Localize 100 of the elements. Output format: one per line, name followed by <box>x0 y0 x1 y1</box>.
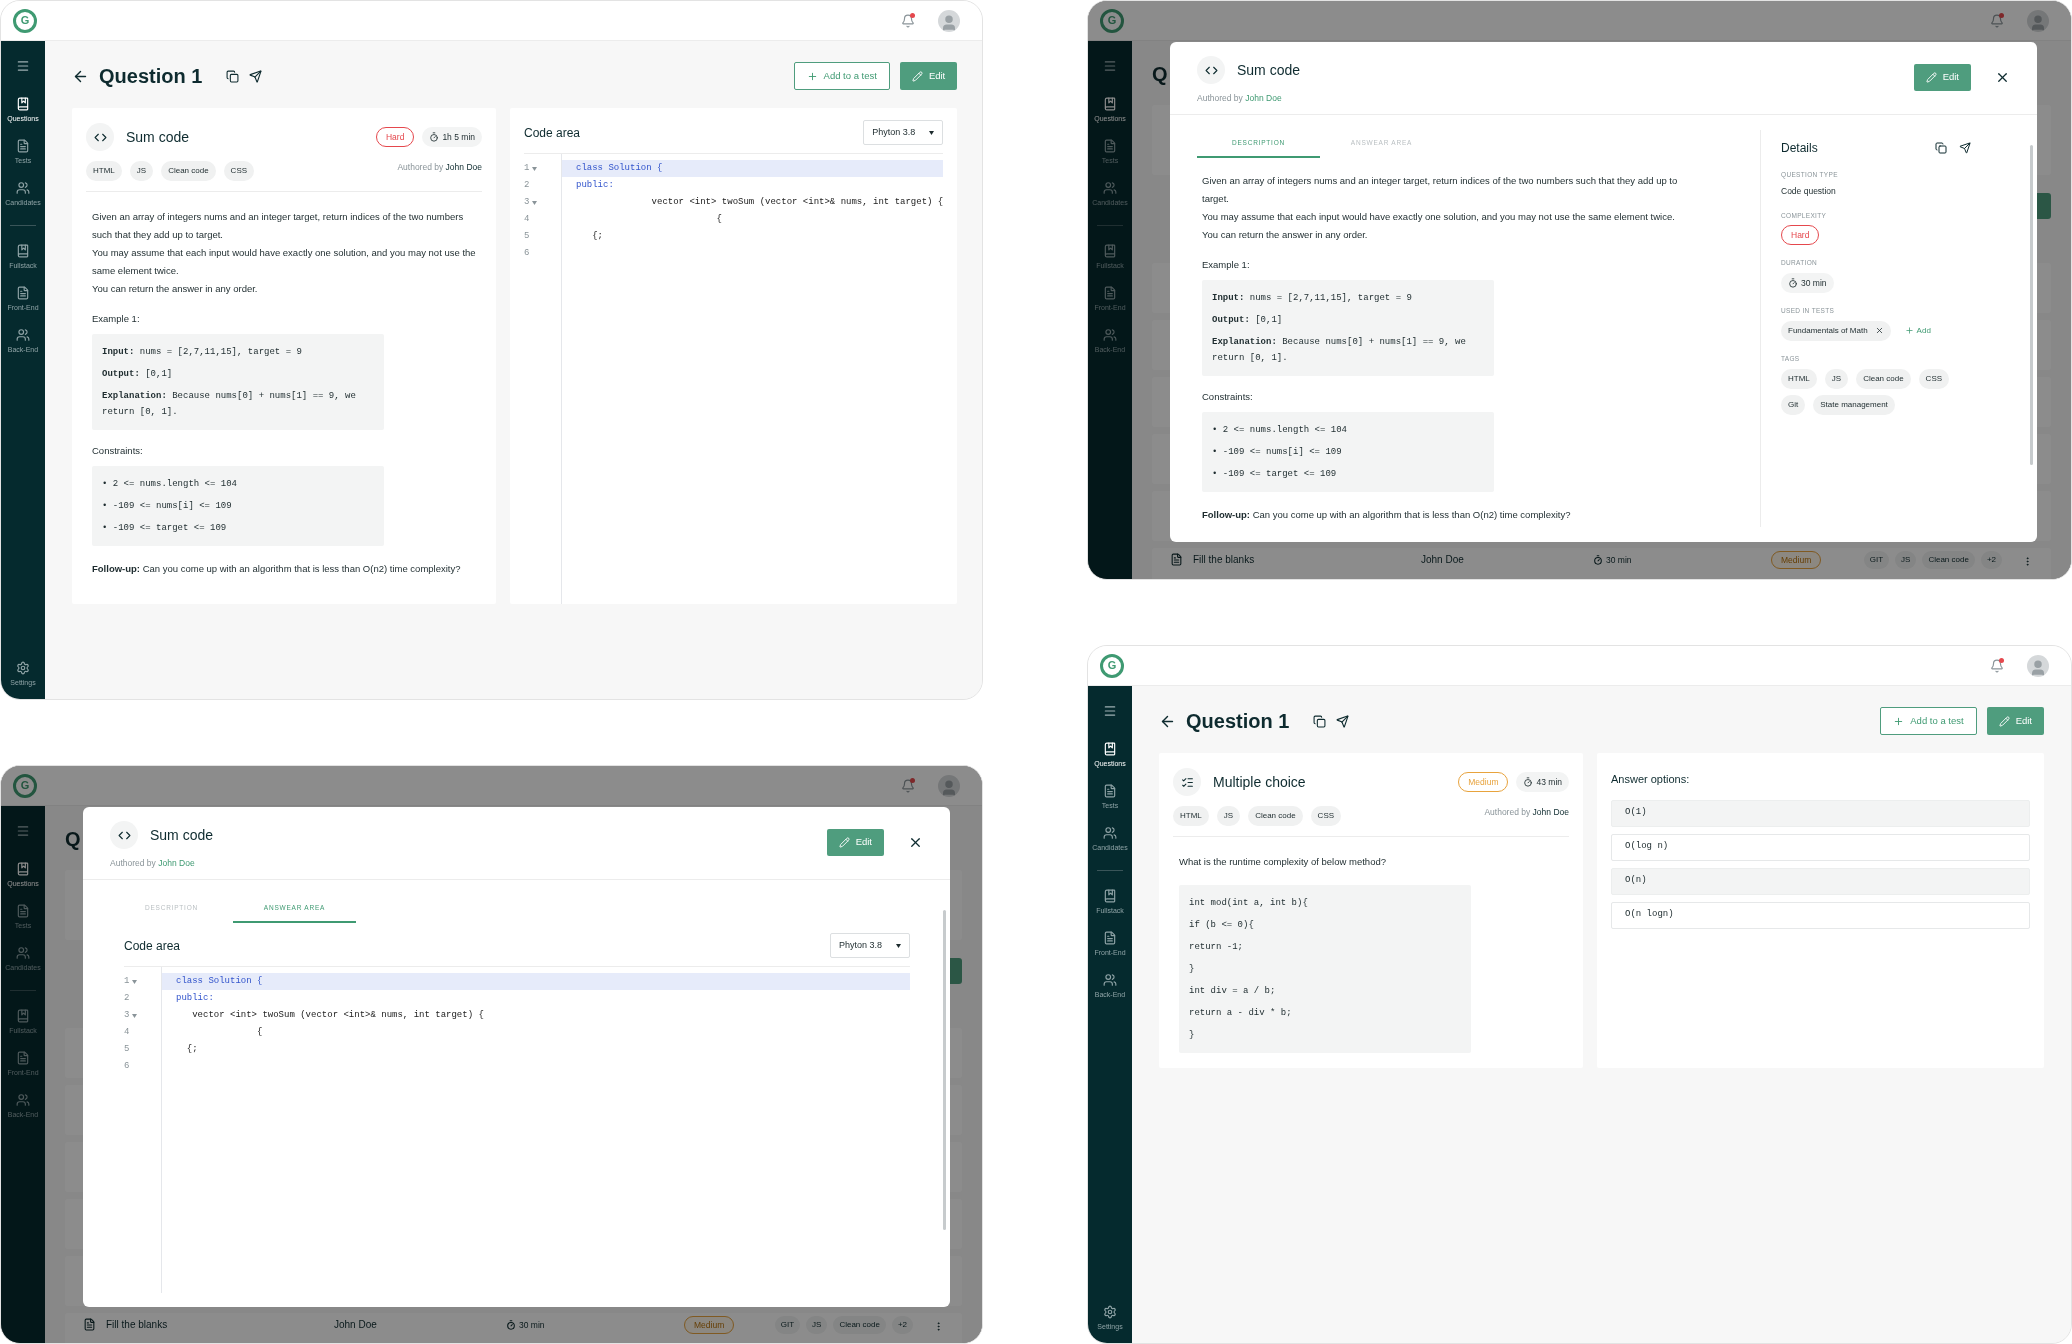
code-line: vector <int> twoSum (vector <int>& nums, int target) { <box>191 1008 485 1022</box>
difficulty-badge: Medium <box>1771 551 1822 569</box>
send-icon[interactable] <box>249 69 263 83</box>
book-icon <box>1103 244 1117 258</box>
menu-icon[interactable] <box>1103 59 1117 73</box>
avatar[interactable] <box>938 774 960 797</box>
copy-icon[interactable] <box>1935 142 1947 154</box>
book-icon <box>1103 97 1117 111</box>
fold-caret-icon[interactable] <box>132 1013 138 1018</box>
plus-icon <box>1904 326 1914 336</box>
copy-icon[interactable] <box>1313 714 1327 728</box>
logo: G <box>1100 653 1124 678</box>
menu-icon[interactable] <box>1103 704 1117 718</box>
fold-caret-icon[interactable] <box>532 166 538 171</box>
menu-icon[interactable] <box>16 59 30 73</box>
book-icon <box>1103 742 1117 756</box>
row-title: Fill the blanks <box>106 1318 169 1332</box>
more-tags-count: +2 <box>1980 551 2002 569</box>
edit-button[interactable]: Edit <box>1913 64 1971 91</box>
code-line: {; <box>591 229 604 243</box>
section-label: Constraints: <box>1202 390 1254 404</box>
edit-button[interactable]: Edit <box>826 829 884 856</box>
fold-caret-icon[interactable] <box>132 979 138 984</box>
notification-button[interactable] <box>900 12 916 29</box>
page-title: Question 1 <box>99 64 203 89</box>
document-icon <box>16 286 30 300</box>
code-line: return a - div * b; <box>1189 1007 1293 1020</box>
notification-button[interactable] <box>900 777 916 794</box>
duration-text: 30 min <box>1606 553 1632 567</box>
code-line: Input: nums = [2,7,11,15], target = 9 <box>1212 292 1413 305</box>
edit-button[interactable]: Edit <box>899 62 958 90</box>
code-line: { <box>715 212 723 226</box>
code-line: public: <box>175 991 215 1005</box>
tag-chip: HTML <box>86 161 122 181</box>
scrollbar[interactable] <box>943 910 946 1230</box>
line-number: 3 <box>524 195 530 209</box>
pencil-icon <box>1998 715 2010 727</box>
add-link[interactable]: Add <box>1904 324 1931 337</box>
description-text: You can return the answer in any order. <box>92 282 259 296</box>
code-line: Output: [0,1] <box>1212 314 1284 327</box>
tag-chip: HTML <box>1781 368 1817 389</box>
people-icon <box>1103 181 1117 195</box>
scrollbar[interactable] <box>2030 145 2033 465</box>
answer-option[interactable]: O(1) <box>1611 799 2030 827</box>
code-line: Input: nums = [2,7,11,15], target = 9 <box>102 346 303 359</box>
notification-button[interactable] <box>1989 657 2005 674</box>
close-icon[interactable] <box>1995 70 2010 85</box>
send-icon[interactable] <box>1959 142 1971 154</box>
logo: G <box>13 773 37 798</box>
send-icon[interactable] <box>1336 714 1350 728</box>
notification-button[interactable] <box>1989 12 2005 29</box>
modal-title: Sum code <box>1237 60 1301 80</box>
tag-chip: Clean code <box>1922 551 1975 569</box>
tag-chip: JS <box>129 161 154 181</box>
remove-icon[interactable] <box>1874 326 1884 336</box>
row-author: John Doe <box>1421 553 1465 567</box>
timer-icon <box>506 1320 516 1330</box>
avatar[interactable] <box>2027 9 2049 32</box>
code-line: • -109 <= target <= 109 <box>102 522 228 535</box>
code-line: public: <box>575 178 615 192</box>
people-icon <box>16 328 30 342</box>
add-to-test-button[interactable]: Add to a test <box>1880 707 1977 735</box>
answer-option[interactable]: O(log n) <box>1611 833 2030 861</box>
close-icon[interactable] <box>908 835 923 850</box>
panel-title: Code area <box>524 124 581 142</box>
avatar[interactable] <box>2027 654 2049 677</box>
logo: G <box>1100 8 1124 33</box>
description-text: What is the runtime complexity of below method? <box>1179 855 1387 869</box>
code-line: vector <int> twoSum (vector <int>& nums, int target) { <box>650 195 944 209</box>
question-title: Sum code <box>126 127 190 147</box>
document-icon <box>1103 139 1117 153</box>
code-line: { <box>256 1025 264 1039</box>
avatar[interactable] <box>938 9 960 32</box>
answer-option[interactable]: O(n) <box>1611 867 2030 895</box>
question-title: Multiple choice <box>1213 772 1306 792</box>
copy-icon[interactable] <box>226 69 240 83</box>
language-select[interactable]: Phyton 3.8 <box>863 120 944 145</box>
edit-button[interactable]: Edit <box>1986 707 2044 735</box>
description-text: You may assume that each input would have exactly one solution, and you may not use the same element twice. <box>92 246 476 278</box>
code-line: Output: [0,1] <box>102 368 174 381</box>
add-to-test-button[interactable]: Add to a test <box>793 62 890 90</box>
menu-icon[interactable] <box>16 824 30 838</box>
language-select[interactable]: Phyton 3.8 <box>829 933 910 958</box>
tag-chip: Clean code <box>1248 806 1303 826</box>
code-line: {; <box>185 1042 199 1056</box>
people-icon <box>1103 826 1117 840</box>
tag-chip: Git <box>1781 394 1806 415</box>
logo: G <box>13 8 37 33</box>
document-icon <box>1103 286 1117 300</box>
line-number: 2 <box>524 178 530 192</box>
timer-icon <box>1523 777 1534 787</box>
people-icon <box>16 1093 30 1107</box>
code-line: • 2 <= nums.length <= 104 <box>102 478 239 491</box>
section-label: Example 1: <box>92 312 141 326</box>
document-icon <box>16 904 30 918</box>
fold-caret-icon[interactable] <box>532 200 538 205</box>
duration-text: 1h 5 min <box>442 130 475 144</box>
answer-option[interactable]: O(n logn) <box>1611 901 2030 929</box>
more-tags-count: +2 <box>891 1316 913 1334</box>
tag-chip: GIT <box>774 1316 801 1334</box>
